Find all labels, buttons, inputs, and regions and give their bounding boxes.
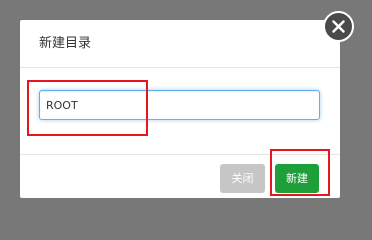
dialog-title: 新建目录: [39, 36, 92, 51]
create-button[interactable]: 新建: [275, 164, 319, 193]
dialog-body: [20, 68, 340, 154]
dialog-header: 新建目录: [20, 20, 340, 68]
directory-name-input[interactable]: [39, 90, 320, 120]
close-icon: [332, 20, 345, 33]
close-button[interactable]: 关闭: [220, 164, 265, 193]
dialog-close-button[interactable]: [323, 11, 354, 42]
dialog-footer: 关闭 新建: [20, 154, 340, 198]
new-directory-dialog: 新建目录 关闭 新建: [20, 20, 340, 198]
